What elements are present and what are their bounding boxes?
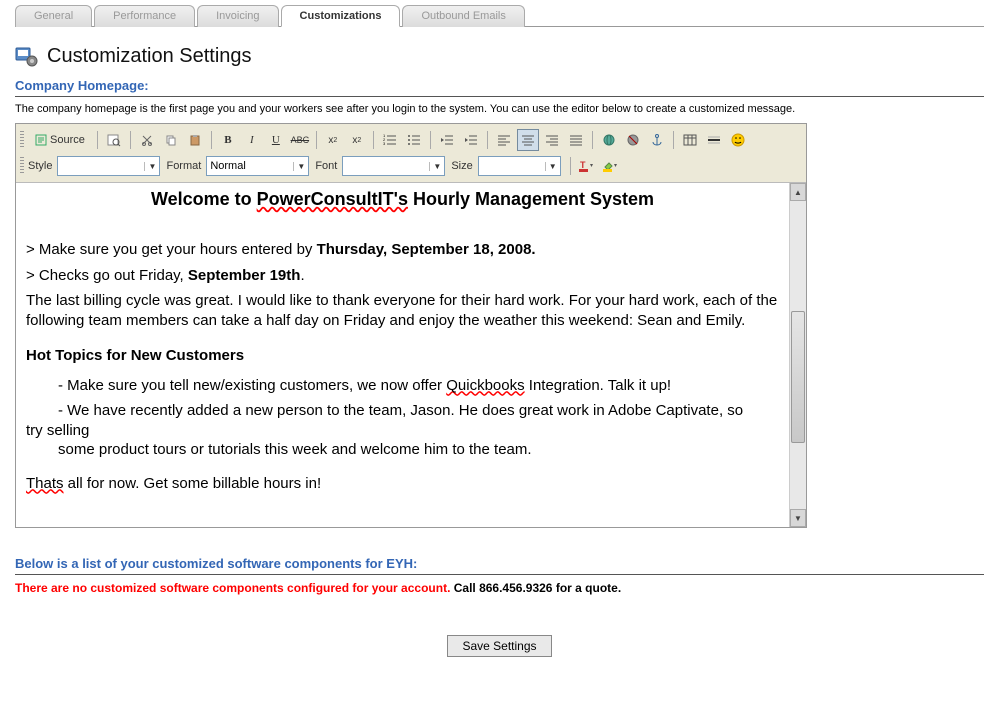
- welcome-heading: Welcome to PowerConsultIT's Hourly Manag…: [26, 189, 779, 210]
- content-line-1: > Make sure you get your hours entered b…: [26, 240, 779, 260]
- content-paragraph: The last billing cycle was great. I woul…: [26, 291, 779, 330]
- tab-performance[interactable]: Performance: [94, 5, 195, 27]
- style-label: Style: [28, 160, 52, 172]
- scroll-thumb[interactable]: [791, 311, 805, 443]
- editor-toolbar: Source B I U ABC: [16, 124, 806, 183]
- section-heading-homepage: Company Homepage:: [15, 78, 984, 93]
- source-button[interactable]: Source: [28, 129, 92, 151]
- scroll-track[interactable]: [790, 201, 806, 509]
- indent-button[interactable]: [460, 129, 482, 151]
- warning-message: There are no customized software compone…: [15, 581, 984, 595]
- grip-icon: [20, 131, 24, 149]
- style-input[interactable]: [58, 158, 144, 174]
- bullet-1: - Make sure you tell new/existing custom…: [26, 376, 779, 396]
- unlink-button[interactable]: [622, 129, 644, 151]
- tab-general[interactable]: General: [15, 5, 92, 27]
- divider: [15, 96, 984, 97]
- style-combo[interactable]: ▼: [57, 156, 160, 176]
- horizontal-rule-button[interactable]: [703, 129, 725, 151]
- paste-button[interactable]: [184, 129, 206, 151]
- editor-scrollbar[interactable]: ▲ ▼: [790, 183, 806, 527]
- smiley-button[interactable]: [727, 129, 749, 151]
- tab-customizations[interactable]: Customizations: [281, 5, 401, 27]
- save-settings-button[interactable]: Save Settings: [447, 635, 551, 657]
- divider: [15, 574, 984, 575]
- size-input[interactable]: [479, 158, 545, 174]
- content-line-2: > Checks go out Friday, September 19th.: [26, 266, 779, 286]
- format-label: Format: [166, 160, 201, 172]
- copy-button[interactable]: [160, 129, 182, 151]
- size-combo[interactable]: ▼: [478, 156, 561, 176]
- size-label: Size: [451, 160, 472, 172]
- font-label: Font: [315, 160, 337, 172]
- font-input[interactable]: [343, 158, 429, 174]
- settings-icon: [15, 46, 39, 68]
- font-combo[interactable]: ▼: [342, 156, 445, 176]
- source-label: Source: [50, 134, 85, 146]
- svg-text:T: T: [580, 160, 586, 170]
- chevron-down-icon[interactable]: ▼: [545, 162, 560, 171]
- align-right-button[interactable]: [541, 129, 563, 151]
- svg-text:3: 3: [383, 141, 386, 146]
- page-title: Customization Settings: [47, 45, 252, 68]
- superscript-button[interactable]: x2: [346, 129, 368, 151]
- unordered-list-button[interactable]: [403, 129, 425, 151]
- link-button[interactable]: [598, 129, 620, 151]
- bold-button[interactable]: B: [217, 129, 239, 151]
- section-description: The company homepage is the first page y…: [15, 103, 984, 115]
- grip-icon: [20, 157, 24, 175]
- tabs-bar: General Performance Invoicing Customizat…: [15, 4, 984, 27]
- scroll-up-icon[interactable]: ▲: [790, 183, 806, 201]
- preview-button[interactable]: [103, 129, 125, 151]
- format-combo[interactable]: ▼: [206, 156, 309, 176]
- closing-line: Thats all for now. Get some billable hou…: [26, 474, 779, 494]
- editor-content[interactable]: Welcome to PowerConsultIT's Hourly Manag…: [16, 183, 790, 527]
- anchor-button[interactable]: [646, 129, 668, 151]
- ordered-list-button[interactable]: 123: [379, 129, 401, 151]
- underline-button[interactable]: U: [265, 129, 287, 151]
- align-left-button[interactable]: [493, 129, 515, 151]
- bullet-2: - We have recently added a new person to…: [26, 401, 779, 460]
- scroll-down-icon[interactable]: ▼: [790, 509, 806, 527]
- chevron-down-icon[interactable]: ▼: [293, 162, 308, 171]
- tab-outbound-emails[interactable]: Outbound Emails: [402, 5, 524, 27]
- cut-button[interactable]: [136, 129, 158, 151]
- section-heading-components: Below is a list of your customized softw…: [15, 556, 984, 571]
- text-color-button[interactable]: T: [576, 155, 598, 177]
- align-justify-button[interactable]: [565, 129, 587, 151]
- tab-invoicing[interactable]: Invoicing: [197, 5, 278, 27]
- table-button[interactable]: [679, 129, 701, 151]
- format-input[interactable]: [207, 158, 293, 174]
- hot-topics-heading: Hot Topics for New Customers: [26, 346, 779, 366]
- subscript-button[interactable]: x2: [322, 129, 344, 151]
- align-center-button[interactable]: [517, 129, 539, 151]
- outdent-button[interactable]: [436, 129, 458, 151]
- italic-button[interactable]: I: [241, 129, 263, 151]
- bg-color-button[interactable]: [600, 155, 622, 177]
- chevron-down-icon[interactable]: ▼: [429, 162, 444, 171]
- rich-text-editor: Source B I U ABC: [15, 123, 807, 528]
- strikethrough-button[interactable]: ABC: [289, 129, 311, 151]
- chevron-down-icon[interactable]: ▼: [144, 162, 159, 171]
